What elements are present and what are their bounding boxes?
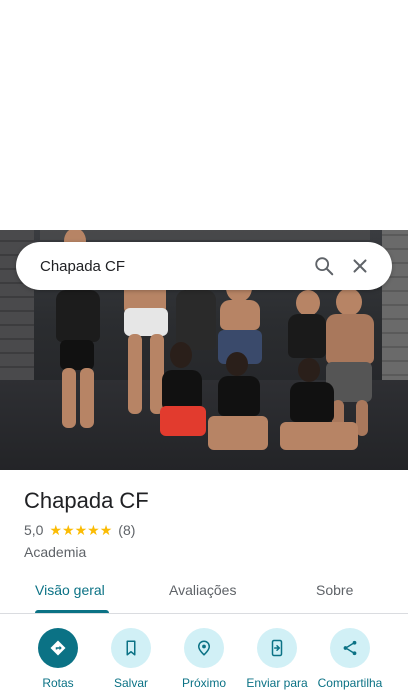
bookmark-icon — [111, 628, 151, 668]
tab-reviews[interactable]: Avaliações — [169, 582, 236, 598]
nearby-button[interactable]: Próximo — [166, 628, 242, 690]
send-to-phone-icon — [257, 628, 297, 668]
directions-icon — [38, 628, 78, 668]
search-input[interactable]: Chapada CF — [40, 258, 306, 275]
tab-about[interactable]: Sobre — [316, 582, 353, 598]
search-icon[interactable] — [306, 248, 342, 284]
active-tab-indicator — [35, 610, 109, 613]
directions-button[interactable]: Rotas — [20, 628, 96, 690]
star-icon: ★ — [74, 522, 88, 538]
share-label: Compartilha — [317, 676, 383, 690]
rating-row[interactable]: 5,0 ★ ★ ★ ★ ★ (8) — [24, 522, 135, 538]
star-icon: ★ — [49, 522, 63, 538]
share-button[interactable]: Compartilha — [312, 628, 388, 690]
star-icon: ★ — [62, 522, 75, 538]
star-icon: ★ — [87, 522, 100, 538]
share-icon — [330, 628, 370, 668]
tab-bar: Visão geral Avaliações Sobre — [0, 570, 408, 614]
nearby-icon — [184, 628, 224, 668]
search-bar[interactable]: Chapada CF — [16, 242, 392, 290]
save-label: Salvar — [113, 676, 148, 690]
star-icon: ★ — [99, 522, 113, 538]
nearby-label: Próximo — [181, 676, 226, 690]
action-bar: Rotas Salvar Próximo Enviar para Compart… — [0, 620, 408, 700]
place-name: Chapada CF — [24, 488, 149, 513]
save-button[interactable]: Salvar — [93, 628, 169, 690]
review-count[interactable]: (8) — [118, 522, 135, 538]
send-to-phone-label: Enviar para — [246, 676, 308, 690]
rating-stars: ★ ★ ★ ★ ★ — [49, 523, 112, 537]
directions-label: Rotas — [42, 676, 74, 690]
tab-overview[interactable]: Visão geral — [35, 582, 105, 598]
place-category: Academia — [24, 544, 87, 560]
map-blank-area — [0, 0, 408, 230]
rating-value: 5,0 — [24, 522, 44, 538]
close-icon[interactable] — [342, 248, 378, 284]
send-to-phone-button[interactable]: Enviar para — [239, 628, 315, 690]
photo-beam — [40, 230, 370, 240]
